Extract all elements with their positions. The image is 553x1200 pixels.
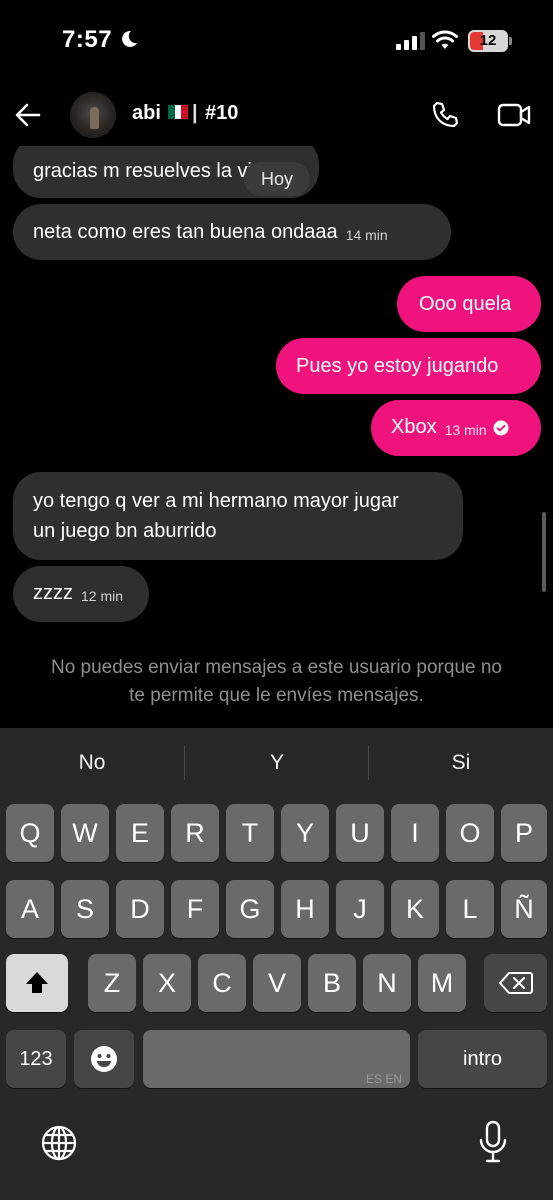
shift-icon <box>26 972 48 993</box>
key-v[interactable]: V <box>253 954 301 1012</box>
moon-icon <box>122 30 137 47</box>
status-bar: 7:57 12 <box>0 0 553 80</box>
message-text: gracias m resuelves la vida <box>33 160 275 182</box>
notice-line: No puedes enviar mensajes a este usuario… <box>50 657 502 678</box>
key-q[interactable]: Q <box>6 804 54 862</box>
avatar[interactable] <box>70 92 116 138</box>
return-key[interactable]: intro <box>418 1030 547 1088</box>
key-w[interactable]: W <box>61 804 109 862</box>
emoji-icon <box>91 1046 117 1072</box>
message-text: Pues yo estoy jugando <box>296 355 499 377</box>
message-text: neta como eres tan buena ondaaa <box>33 221 338 243</box>
name-separator: | <box>192 102 198 124</box>
key-y[interactable]: Y <box>281 804 329 862</box>
emoji-key[interactable] <box>74 1030 134 1088</box>
space-language-label: ES EN <box>365 1072 402 1086</box>
key-a[interactable]: A <box>6 880 54 938</box>
key-r[interactable]: R <box>171 804 219 862</box>
key-u[interactable]: U <box>336 804 384 862</box>
mexico-flag-icon <box>168 105 189 119</box>
day-label: Hoy <box>244 162 310 196</box>
phone-icon[interactable] <box>430 100 460 130</box>
message-time: 13 min <box>444 422 487 438</box>
signal-icon <box>396 32 425 50</box>
numbers-key[interactable]: 123 <box>6 1030 66 1088</box>
notice-line: te permite que le envíes mensajes. <box>129 685 424 706</box>
message-received[interactable]: neta como eres tan buena ondaaa 14 min <box>13 204 451 260</box>
wifi-icon <box>432 30 458 49</box>
message-time: 14 min <box>345 227 388 243</box>
video-camera-icon[interactable] <box>497 102 531 128</box>
scrollbar[interactable] <box>542 512 546 592</box>
message-received[interactable]: yo tengo q ver a mi hermano mayor jugar … <box>13 472 463 560</box>
key-m[interactable]: M <box>418 954 466 1012</box>
key-enye[interactable]: Ñ <box>501 880 547 938</box>
microphone-icon[interactable] <box>478 1120 508 1164</box>
message-sent[interactable]: Pues yo estoy jugando <box>276 338 541 394</box>
suggestion[interactable]: No <box>0 728 184 798</box>
space-key[interactable]: ES EN <box>143 1030 410 1088</box>
battery-icon: 12 <box>468 30 508 52</box>
key-c[interactable]: C <box>198 954 246 1012</box>
keyboard: No Y Si Q W E R T Y U I O P A S D F G H … <box>0 728 553 1200</box>
contact-tag[interactable]: #10 <box>205 102 238 125</box>
blocked-notice: No puedes enviar mensajes a este usuario… <box>0 654 553 710</box>
key-t[interactable]: T <box>226 804 274 862</box>
key-f[interactable]: F <box>171 880 219 938</box>
message-sent[interactable]: Ooo quela <box>397 276 541 332</box>
message-text: Ooo quela <box>419 293 512 315</box>
status-time: 7:57 <box>62 26 113 53</box>
key-k[interactable]: K <box>391 880 439 938</box>
message-text-line: un juego bn aburrido <box>33 520 217 542</box>
key-h[interactable]: H <box>281 880 329 938</box>
message-text: Xbox <box>391 416 437 438</box>
key-i[interactable]: I <box>391 804 439 862</box>
key-b[interactable]: B <box>308 954 356 1012</box>
chat-header: abi | #10 <box>0 84 553 146</box>
message-text-line: yo tengo q ver a mi hermano mayor jugar <box>33 490 399 512</box>
key-l[interactable]: L <box>446 880 494 938</box>
message-sent[interactable]: Xbox 13 min <box>371 400 541 456</box>
key-s[interactable]: S <box>61 880 109 938</box>
key-e[interactable]: E <box>116 804 164 862</box>
globe-icon[interactable] <box>40 1124 78 1162</box>
key-p[interactable]: P <box>501 804 547 862</box>
message-received[interactable]: zzzz 12 min <box>13 566 149 622</box>
contact-name[interactable]: abi <box>132 102 161 125</box>
backspace-key[interactable] <box>484 954 547 1012</box>
message-text: zzzz <box>33 582 73 604</box>
key-n[interactable]: N <box>363 954 411 1012</box>
backspace-icon <box>498 972 533 994</box>
key-x[interactable]: X <box>143 954 191 1012</box>
key-z[interactable]: Z <box>88 954 136 1012</box>
battery-level: 12 <box>479 32 497 49</box>
key-o[interactable]: O <box>446 804 494 862</box>
key-d[interactable]: D <box>116 880 164 938</box>
suggestion[interactable]: Y <box>185 728 369 798</box>
suggestion[interactable]: Si <box>369 728 553 798</box>
back-arrow-icon[interactable] <box>14 101 42 129</box>
message-time: 12 min <box>81 588 124 604</box>
key-j[interactable]: J <box>336 880 384 938</box>
key-g[interactable]: G <box>226 880 274 938</box>
check-circle-icon <box>493 420 509 436</box>
shift-key[interactable] <box>6 954 68 1012</box>
